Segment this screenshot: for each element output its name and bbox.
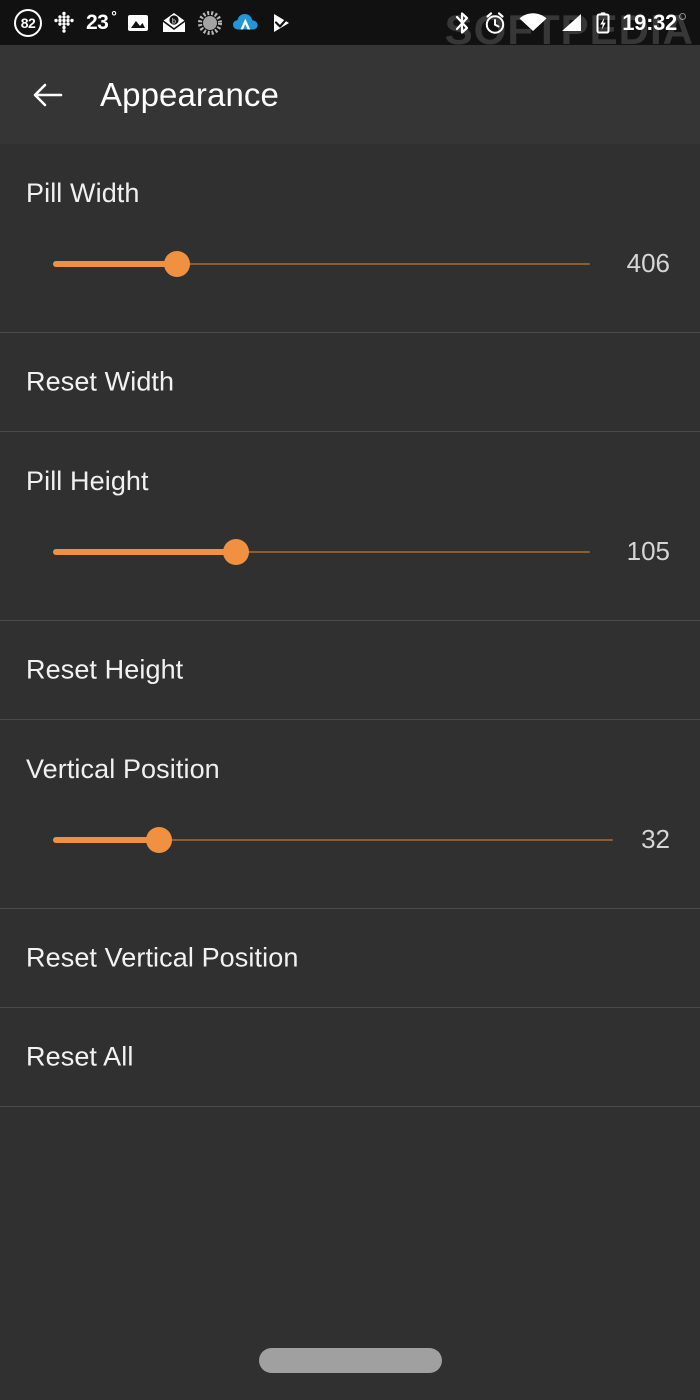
setting-row-pill-width[interactable]: Pill Width 406: [0, 144, 700, 332]
app-bar: Appearance: [0, 45, 700, 144]
dots-diamond-icon: [54, 11, 74, 33]
alarm-clock-icon: [486, 11, 505, 34]
open-mail-icon: b: [162, 12, 186, 32]
slider-track-fill: [53, 549, 236, 555]
status-bar-right-icons: 19:32: [452, 10, 686, 36]
empty-list-area: [0, 1107, 700, 1347]
slider-thumb[interactable]: [222, 539, 249, 565]
setting-label-vertical-position: Vertical Position: [26, 754, 220, 784]
circular-progress-icon: [198, 10, 223, 35]
phone-screen: 82 23 b: [0, 0, 700, 1400]
cloud-a-logo-icon: [233, 13, 258, 29]
status-bar: 82 23 b: [0, 0, 700, 45]
slider-track-fill: [53, 261, 177, 267]
battery-saver-82-icon: 82: [14, 8, 42, 37]
wifi-icon: [519, 12, 547, 31]
photo-gallery-icon: [128, 14, 149, 31]
bluetooth-icon: [456, 11, 469, 34]
slider-thumb[interactable]: [146, 827, 173, 853]
action-label-reset-all: Reset All: [26, 1041, 134, 1072]
setting-row-reset-height[interactable]: Reset Height: [0, 621, 700, 719]
setting-row-reset-all[interactable]: Reset All: [0, 1008, 700, 1106]
page-title: Appearance: [100, 75, 279, 113]
home-gesture-pill[interactable]: [258, 1347, 442, 1373]
setting-row-reset-vertical-position[interactable]: Reset Vertical Position: [0, 909, 700, 1007]
slider-thumb[interactable]: [163, 251, 190, 277]
slider-pill-height[interactable]: [53, 538, 590, 566]
slider-pill-width[interactable]: [53, 250, 590, 278]
slider-value-vertical-position: 32: [641, 824, 670, 854]
setting-label-pill-height: Pill Height: [26, 466, 149, 496]
svg-text:b: b: [172, 18, 176, 25]
slider-vertical-position[interactable]: [53, 826, 613, 854]
battery-charging-icon: [596, 11, 610, 33]
action-label-reset-height: Reset Height: [26, 654, 184, 685]
temperature-label: 23: [86, 8, 117, 35]
slider-value-pill-width: 406: [626, 248, 670, 278]
settings-list: Pill Width 406 Reset Width Pill Height 1…: [0, 144, 700, 1347]
setting-label-pill-width: Pill Width: [26, 178, 140, 208]
status-bar-clock: 19:32: [622, 10, 686, 36]
arrow-left-icon: [33, 83, 63, 106]
navigation-bar: [0, 1320, 700, 1400]
setting-row-vertical-position[interactable]: Vertical Position 32: [0, 720, 700, 908]
status-bar-left-icons: 82 23 b: [14, 8, 295, 37]
back-button[interactable]: [22, 69, 74, 121]
setting-row-reset-width[interactable]: Reset Width: [0, 333, 700, 431]
cell-signal-icon: [562, 13, 582, 31]
action-label-reset-width: Reset Width: [26, 366, 175, 397]
action-label-reset-vertical-position: Reset Vertical Position: [26, 942, 299, 973]
slider-value-pill-height: 105: [626, 536, 670, 566]
setting-row-pill-height[interactable]: Pill Height 105: [0, 432, 700, 620]
check-play-icon: [274, 13, 290, 32]
slider-track-fill: [53, 837, 160, 843]
